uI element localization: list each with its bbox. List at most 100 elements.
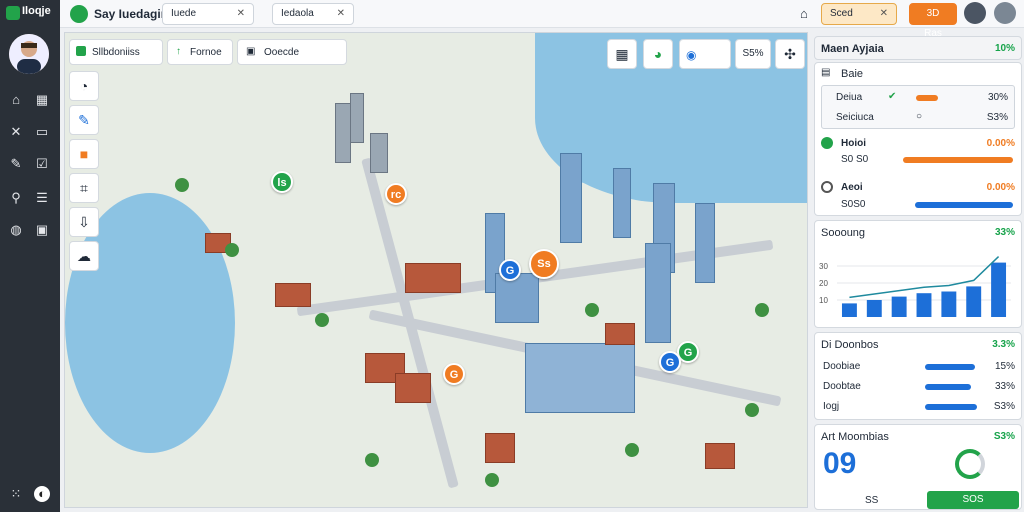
right-panel: Maen Ayjaia 10% ▤ Baie Deiua ✔ 30% Seici…	[814, 36, 1022, 510]
summary-title: Baie	[841, 68, 864, 80]
chart-icon[interactable]: ◕	[643, 39, 673, 69]
search-chip-label: Sced	[830, 8, 853, 19]
tree	[485, 473, 499, 487]
close-icon[interactable]: ✕	[237, 4, 245, 24]
layers-icon: ◉	[686, 48, 697, 62]
list-icon[interactable]: ☰	[34, 190, 50, 206]
sub2-sub: S0S0	[841, 199, 866, 210]
chart-bar	[866, 300, 882, 317]
house	[275, 283, 311, 307]
check-icon[interactable]: ☑	[34, 156, 50, 172]
camera-icon[interactable]: ⌂	[800, 6, 808, 21]
sub2-label: Aeoi	[841, 182, 863, 193]
map-icon	[76, 46, 86, 56]
map-tab-c[interactable]: ▣ Ooecde	[237, 39, 347, 65]
cloud-icon[interactable]: ☁	[69, 241, 99, 271]
city-map[interactable]: ls rc Ss G G G G Sllbdoniiss ↑ Fornoe ▣ …	[64, 32, 808, 508]
status-icon	[821, 181, 833, 193]
panel-header-value: 10%	[994, 43, 1015, 54]
tools-icon[interactable]: ✕	[8, 124, 24, 140]
user-avatar-2[interactable]	[994, 2, 1016, 24]
map-pin[interactable]: G	[443, 363, 465, 385]
3d-button[interactable]: 3D Ras	[909, 3, 957, 39]
tree	[225, 243, 239, 257]
map-pin[interactable]: G	[499, 259, 521, 281]
list-row-label: Doobtae	[823, 381, 861, 392]
brush-icon[interactable]: ✎	[69, 105, 99, 135]
map-tab-b[interactable]: ↑ Fornoe	[167, 39, 233, 65]
box-icon[interactable]: ■	[69, 139, 99, 169]
download-icon[interactable]: ⇩	[69, 207, 99, 237]
left-rail: Iloqje ⌂ ▦ ✕ ▭ ✎ ☑ ⚲ ☰ ◍ ▣ ⁙ ◐	[0, 0, 60, 512]
dashboard-icon[interactable]: ◔	[69, 71, 99, 101]
house	[405, 263, 461, 293]
list-row-bar	[925, 404, 977, 410]
grid-icon[interactable]: ▦	[607, 39, 637, 69]
map-tab-a-label: Sllbdoniiss	[92, 47, 140, 58]
chart-bar	[891, 296, 907, 317]
sub1-label: Hoioi	[841, 138, 866, 149]
tower	[613, 168, 631, 238]
chart-bar	[966, 286, 982, 317]
chart-value: 33%	[994, 227, 1015, 238]
tower	[370, 133, 388, 173]
folder-icon[interactable]: ▭	[34, 124, 50, 140]
tab-1[interactable]: Iuede ✕	[162, 3, 254, 25]
tab-2-label: Iedaola	[281, 8, 314, 19]
map-pin[interactable]: ls	[271, 171, 293, 193]
crop-icon[interactable]: ⌗	[69, 173, 99, 203]
crop-icon[interactable]: ▣	[34, 222, 50, 238]
tower	[695, 203, 715, 283]
sub2-bar	[915, 202, 1013, 208]
row-value: 30%	[987, 92, 1008, 103]
panel-header: Maen Ayjaia 10%	[814, 36, 1022, 60]
stats-button[interactable]: SOS	[927, 491, 1019, 509]
app-logo-icon	[6, 6, 20, 20]
tree	[625, 443, 639, 457]
status-icon	[821, 137, 833, 149]
map-pin[interactable]: Ss	[529, 249, 559, 279]
stats-card: Art Moombias S3% 09 SS SOS	[814, 424, 1022, 510]
home-icon[interactable]: ⌂	[8, 92, 24, 108]
list-row-value: 15%	[994, 361, 1015, 372]
zoom-level[interactable]: S5%	[735, 39, 771, 69]
grid-icon[interactable]: ▦	[34, 92, 50, 108]
map-pin[interactable]: G	[659, 351, 681, 373]
user-avatar[interactable]	[964, 2, 986, 24]
row-value: S3%	[986, 112, 1008, 123]
close-icon[interactable]: ✕	[337, 4, 345, 24]
sub1-bar	[903, 157, 1013, 163]
tower	[350, 93, 364, 143]
page-title: Say Iuedagin	[94, 7, 169, 21]
compass-icon[interactable]: ✣	[775, 39, 805, 69]
panel-title: Maen Ayjaia	[821, 43, 884, 55]
apps-icon[interactable]: ⁙	[8, 486, 24, 502]
summary-rows: Deiua ✔ 30% Seiciuca ○ S3%	[821, 85, 1015, 129]
stats-value: S3%	[993, 431, 1015, 442]
tree	[365, 453, 379, 467]
chart-card: Soooung 33% 30 20 10	[814, 220, 1022, 328]
image-icon: ▣	[246, 46, 256, 57]
y-tick-label: 20	[819, 279, 828, 288]
globe-icon[interactable]: ◍	[8, 222, 24, 238]
moon-icon[interactable]: ◐	[34, 486, 50, 502]
dot-icon: ○	[916, 111, 923, 122]
row-label: Seiciuca	[836, 112, 874, 123]
list-row-label: Doobiae	[823, 361, 861, 372]
pin-icon: ↑	[176, 46, 181, 57]
sub2-value: 0.00%	[986, 182, 1015, 193]
search-chip[interactable]: Sced ✕	[821, 3, 897, 25]
chart-bar	[991, 262, 1007, 317]
map-pin[interactable]: rc	[385, 183, 407, 205]
tree	[175, 178, 189, 192]
edit-icon[interactable]: ✎	[8, 156, 24, 172]
tree	[745, 403, 759, 417]
list-row-bar	[925, 364, 975, 370]
map-tab-a[interactable]: Sllbdoniiss	[69, 39, 163, 65]
tab-2[interactable]: Iedaola ✕	[272, 3, 354, 25]
layers-toggle[interactable]: ◉	[679, 39, 731, 69]
search-icon[interactable]: ⚲	[8, 190, 24, 206]
tree	[315, 313, 329, 327]
close-icon[interactable]: ✕	[880, 4, 888, 24]
avatar[interactable]	[9, 34, 49, 74]
